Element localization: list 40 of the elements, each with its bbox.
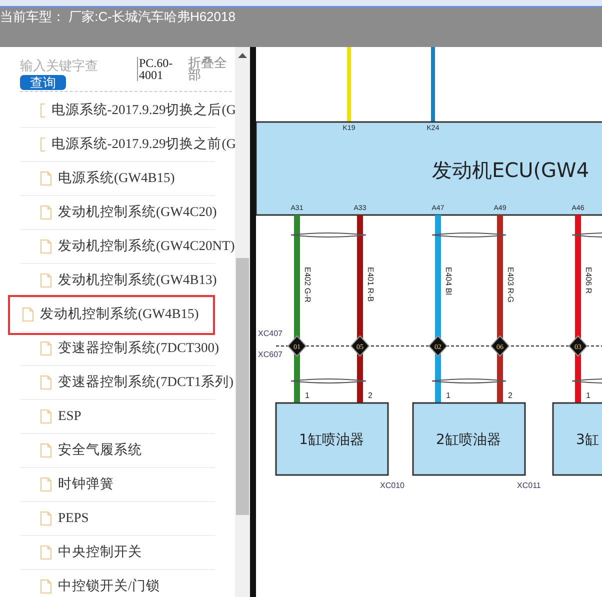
tree-item[interactable]: 中央控制开关 [20, 536, 215, 570]
twist-mark [572, 378, 602, 384]
tree-item[interactable]: 中控锁开关/门锁 [20, 570, 215, 597]
tree-item[interactable]: 时钟弹簧 [20, 468, 215, 502]
tree-item[interactable]: 安全气履系统 [20, 434, 215, 468]
injector-label: 1缸喷油器 [299, 432, 364, 448]
pin-number: 2 [508, 391, 512, 400]
tree-item[interactable]: 发动机控制系统(GW4C20) [20, 196, 217, 230]
wire-label: E404 Bl [444, 267, 453, 296]
tree-item[interactable]: 发动机控制系统(GW4B13) [20, 264, 217, 298]
search-button[interactable]: 查询 [20, 75, 66, 90]
tree-item[interactable]: ESP [20, 400, 215, 434]
tree-item[interactable]: 变速器控制系统(7DCT300) [20, 332, 219, 366]
connector-code: XC011 [517, 481, 541, 490]
injector-label: 3缸 [576, 432, 599, 448]
header-title: 当前车型： 厂家:C-长城汽车哈弗H62018 [0, 8, 236, 26]
tree-item[interactable]: PEPS [20, 502, 215, 536]
connector-code: XC010 [380, 481, 404, 490]
pin-number: 2 [368, 391, 372, 400]
injector-label: 2缸喷油器 [436, 432, 501, 448]
collapse-all-button[interactable]: 折叠全部 [188, 57, 228, 81]
wire-label: E403 R-G [506, 267, 515, 303]
connector-label: XC407 [258, 329, 282, 338]
tree-item[interactable]: 电源系统(GW4B15) [20, 162, 215, 196]
pin-number: 1 [586, 391, 590, 400]
scroll-up-icon[interactable] [238, 53, 247, 58]
ecu-title: 发动机ECU(GW4 [432, 158, 590, 182]
twist-mark [572, 232, 602, 238]
connector-label: XC607 [258, 350, 282, 359]
tree-item[interactable]: 发动机控制系统(GW4C20NT) [20, 230, 235, 264]
scrollbar[interactable] [235, 47, 250, 597]
wire-label: E401 R-B [366, 267, 375, 302]
tree-item[interactable]: 变速器控制系统(7DCT1系列) [20, 366, 234, 400]
pin-number: 1 [305, 391, 310, 400]
scroll-thumb[interactable] [236, 258, 249, 515]
wire-label: E406 R [584, 267, 593, 294]
model-code: PC.60-4001 [137, 57, 183, 81]
wire-label: E402 G-R [303, 267, 312, 303]
tree-item[interactable]: 发动机控制系统(GW4B15) [8, 294, 215, 334]
pin-number: 1 [446, 391, 450, 400]
